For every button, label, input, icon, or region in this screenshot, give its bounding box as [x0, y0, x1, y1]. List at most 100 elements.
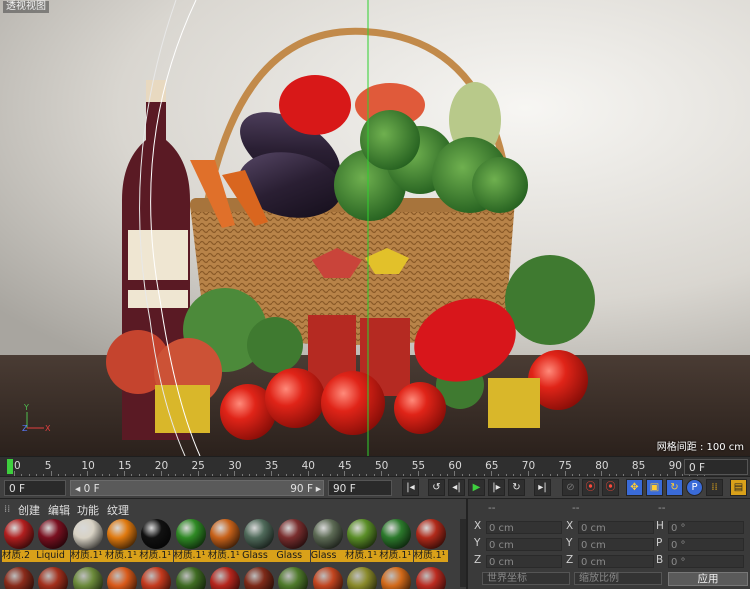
- scale-key-button[interactable]: ▣: [646, 479, 663, 496]
- menu-edit[interactable]: 编辑: [48, 502, 70, 518]
- record-button[interactable]: ⦿: [582, 479, 599, 496]
- go-to-start-button[interactable]: |◂: [402, 479, 419, 496]
- material-preview-icon: [278, 519, 309, 549]
- material-preview-icon: [72, 567, 103, 589]
- go-to-end-button[interactable]: ▸|: [534, 479, 551, 496]
- coord-axis-label: P: [656, 537, 663, 549]
- material-swatch[interactable]: [105, 567, 139, 589]
- coord-value-field[interactable]: 0 cm: [578, 555, 654, 568]
- next-frame-button[interactable]: |▸: [488, 479, 505, 496]
- material-label: 材质.1¹: [207, 550, 242, 562]
- key-lock-icon: ⊘: [566, 482, 575, 493]
- param-key-button[interactable]: P: [686, 479, 703, 496]
- coordinate-manager: -- -- -- X0 cm X 0 cm H 0 ° Y 0 cm Y 0 cm P 0 ° Z 0 …: [466, 498, 750, 589]
- auto-key-button[interactable]: ⦿: [602, 479, 619, 496]
- scale-mode-dropdown[interactable]: 缩放比例: [574, 572, 662, 585]
- material-swatch[interactable]: [414, 567, 448, 589]
- coord-axis-label: Z: [566, 554, 574, 566]
- coord-axis-label: B: [656, 554, 664, 566]
- scene-render: Y X Z: [0, 0, 750, 456]
- material-swatch[interactable]: Glass: [310, 519, 345, 562]
- material-label: 材质.1¹: [70, 550, 105, 562]
- material-swatch[interactable]: 材质.2: [2, 519, 36, 562]
- material-swatch[interactable]: 材质.1¹: [345, 519, 379, 562]
- material-label: 材质.1¹: [139, 550, 174, 562]
- menu-function[interactable]: 功能: [77, 502, 99, 518]
- material-swatch[interactable]: Liquid: [36, 519, 71, 562]
- start-frame-field[interactable]: 0 F: [4, 480, 66, 496]
- material-label: Glass: [276, 550, 311, 562]
- material-preview-icon: [244, 519, 275, 549]
- coord-value-field[interactable]: 0 °: [668, 538, 744, 551]
- coord-value-field[interactable]: 0 cm: [578, 538, 654, 551]
- coord-value-field[interactable]: 0 cm: [578, 521, 654, 534]
- material-preview-icon: [209, 567, 240, 589]
- prev-frame-button[interactable]: ◂|: [448, 479, 465, 496]
- grid-spacing-label: 网格间距 : 100 cm: [656, 442, 744, 453]
- material-swatch[interactable]: 材质.1¹: [413, 519, 448, 562]
- prev-key-button[interactable]: ↺: [428, 479, 445, 496]
- material-swatch[interactable]: 材质.1¹: [139, 519, 174, 562]
- loop-back-icon: ↺: [432, 482, 441, 493]
- material-swatch[interactable]: [208, 567, 242, 589]
- material-swatch[interactable]: [36, 567, 70, 589]
- material-preview-icon: [175, 519, 206, 549]
- material-swatch[interactable]: [242, 567, 276, 589]
- parameter-p-icon: P: [691, 482, 698, 493]
- material-swatch[interactable]: [276, 567, 310, 589]
- rotate-key-button[interactable]: ↻: [666, 479, 683, 496]
- coord-value-field[interactable]: 0 cm: [486, 538, 562, 551]
- max-frame-field[interactable]: 90 F: [328, 480, 392, 496]
- coord-value-field[interactable]: 0 cm: [486, 521, 562, 534]
- material-preview-icon: [141, 567, 172, 589]
- material-label: Glass: [310, 550, 345, 562]
- material-swatch[interactable]: 材质.1¹: [173, 519, 208, 562]
- coord-value-field[interactable]: 0 cm: [486, 555, 562, 568]
- material-swatch[interactable]: 材质.1¹: [379, 519, 414, 562]
- timeline-menu-button[interactable]: ▤: [730, 479, 747, 496]
- material-swatch[interactable]: [2, 567, 36, 589]
- material-swatch[interactable]: 材质.1¹: [70, 519, 105, 562]
- range-right-arrow-icon: ▸: [315, 483, 321, 495]
- apply-button[interactable]: 应用: [668, 572, 748, 586]
- menu-create[interactable]: 创建: [18, 502, 40, 518]
- frame-range-slider[interactable]: ◂ 0 F 90 F ▸: [70, 480, 324, 496]
- material-swatch[interactable]: [174, 567, 208, 589]
- coord-header-position: --: [488, 502, 496, 514]
- playhead-marker[interactable]: [7, 459, 13, 474]
- material-swatch[interactable]: [379, 567, 413, 589]
- coordinate-system-value: 世界坐标: [487, 573, 527, 584]
- material-swatch[interactable]: [139, 567, 173, 589]
- current-frame-field[interactable]: 0 F: [684, 459, 748, 475]
- material-swatch[interactable]: Glass: [242, 519, 277, 562]
- material-swatch[interactable]: 材质.1¹: [207, 519, 242, 562]
- svg-text:Y: Y: [23, 403, 29, 412]
- skip-start-icon: |◂: [406, 482, 415, 493]
- coordinate-system-dropdown[interactable]: 世界坐标: [482, 572, 570, 585]
- menu-texture[interactable]: 纹理: [107, 502, 129, 518]
- record-keys-button[interactable]: ⊘: [562, 479, 579, 496]
- coord-axis-label: Z: [474, 554, 482, 566]
- play-icon: ▶: [472, 482, 481, 493]
- move-key-button[interactable]: ✥: [626, 479, 643, 496]
- material-swatch[interactable]: 材质.1¹: [104, 519, 139, 562]
- viewport-title[interactable]: 透视视图: [3, 1, 49, 13]
- material-swatch[interactable]: Glass: [276, 519, 311, 562]
- coord-axis-label: X: [474, 520, 482, 532]
- material-preview-icon: [38, 567, 69, 589]
- material-preview-icon: [312, 519, 343, 549]
- material-swatch[interactable]: [311, 567, 345, 589]
- coord-value-field[interactable]: 0 °: [668, 555, 744, 568]
- material-preview-icon: [347, 519, 377, 549]
- coord-value-field[interactable]: 0 °: [668, 521, 744, 534]
- material-swatch[interactable]: [345, 567, 379, 589]
- coord-axis-label: Y: [566, 537, 573, 549]
- material-preview-icon: [106, 567, 137, 589]
- next-key-button[interactable]: ↻: [508, 479, 525, 496]
- material-swatch[interactable]: [71, 567, 105, 589]
- play-button[interactable]: ▶: [468, 479, 485, 496]
- timeline-ruler[interactable]: 0 5 10 15 20 25 30 35 40 45 50 55 60 65 70 75 80 85 90 0 F: [0, 456, 750, 477]
- materials-menu-grip-icon: ⁞⁞: [4, 504, 11, 515]
- point-level-button[interactable]: ⁞⁞: [706, 479, 723, 496]
- perspective-viewport[interactable]: Y X Z 透视视图 网格间距 : 100 cm: [0, 0, 750, 456]
